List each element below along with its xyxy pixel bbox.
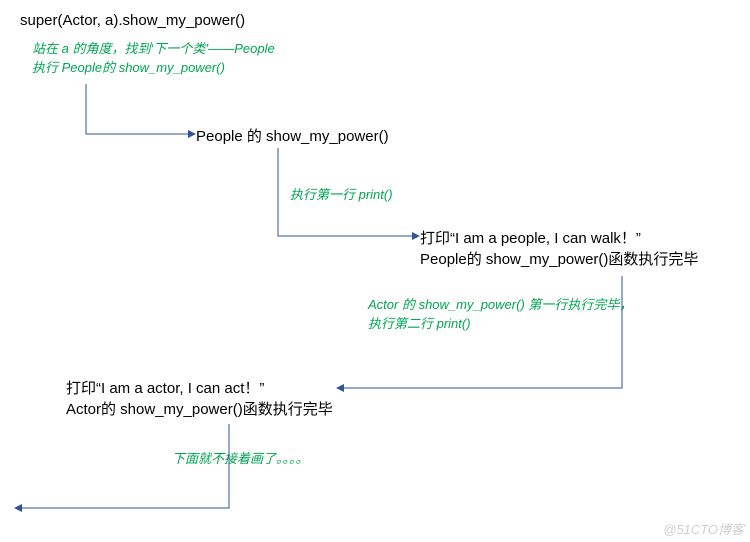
node-line: People的 show_my_power()函数执行完毕: [420, 249, 698, 270]
step-super-call: super(Actor, a).show_my_power(): [20, 10, 245, 31]
comment-line: 站在 a 的角度，找到‘下一个类’——People: [32, 40, 275, 59]
step-people-show: People 的 show_my_power(): [196, 126, 389, 147]
comment-line: 执行 People的 show_my_power(): [32, 59, 275, 78]
comment-first-print: 执行第一行 print(): [290, 186, 393, 205]
node-line: 打印“I am a people, I can walk！”: [420, 228, 698, 249]
comment-line: 执行第二行 print(): [368, 315, 632, 334]
node-line: 打印“I am a actor, I can act！”: [66, 378, 333, 399]
comment-actor-firstline: Actor 的 show_my_power() 第一行执行完毕， 执行第二行 p…: [368, 296, 632, 334]
step-actor-print: 打印“I am a actor, I can act！” Actor的 show…: [66, 378, 333, 420]
comment-not-continue: 下面就不接着画了。。。。: [172, 450, 309, 469]
flow-arrows: [0, 0, 750, 542]
node-line: Actor的 show_my_power()函数执行完毕: [66, 399, 333, 420]
watermark: @51CTO博客: [663, 519, 744, 538]
comment-line: Actor 的 show_my_power() 第一行执行完毕，: [368, 296, 632, 315]
comment-super-explain: 站在 a 的角度，找到‘下一个类’——People 执行 People的 sho…: [32, 40, 275, 78]
step-people-print: 打印“I am a people, I can walk！” People的 s…: [420, 228, 698, 270]
